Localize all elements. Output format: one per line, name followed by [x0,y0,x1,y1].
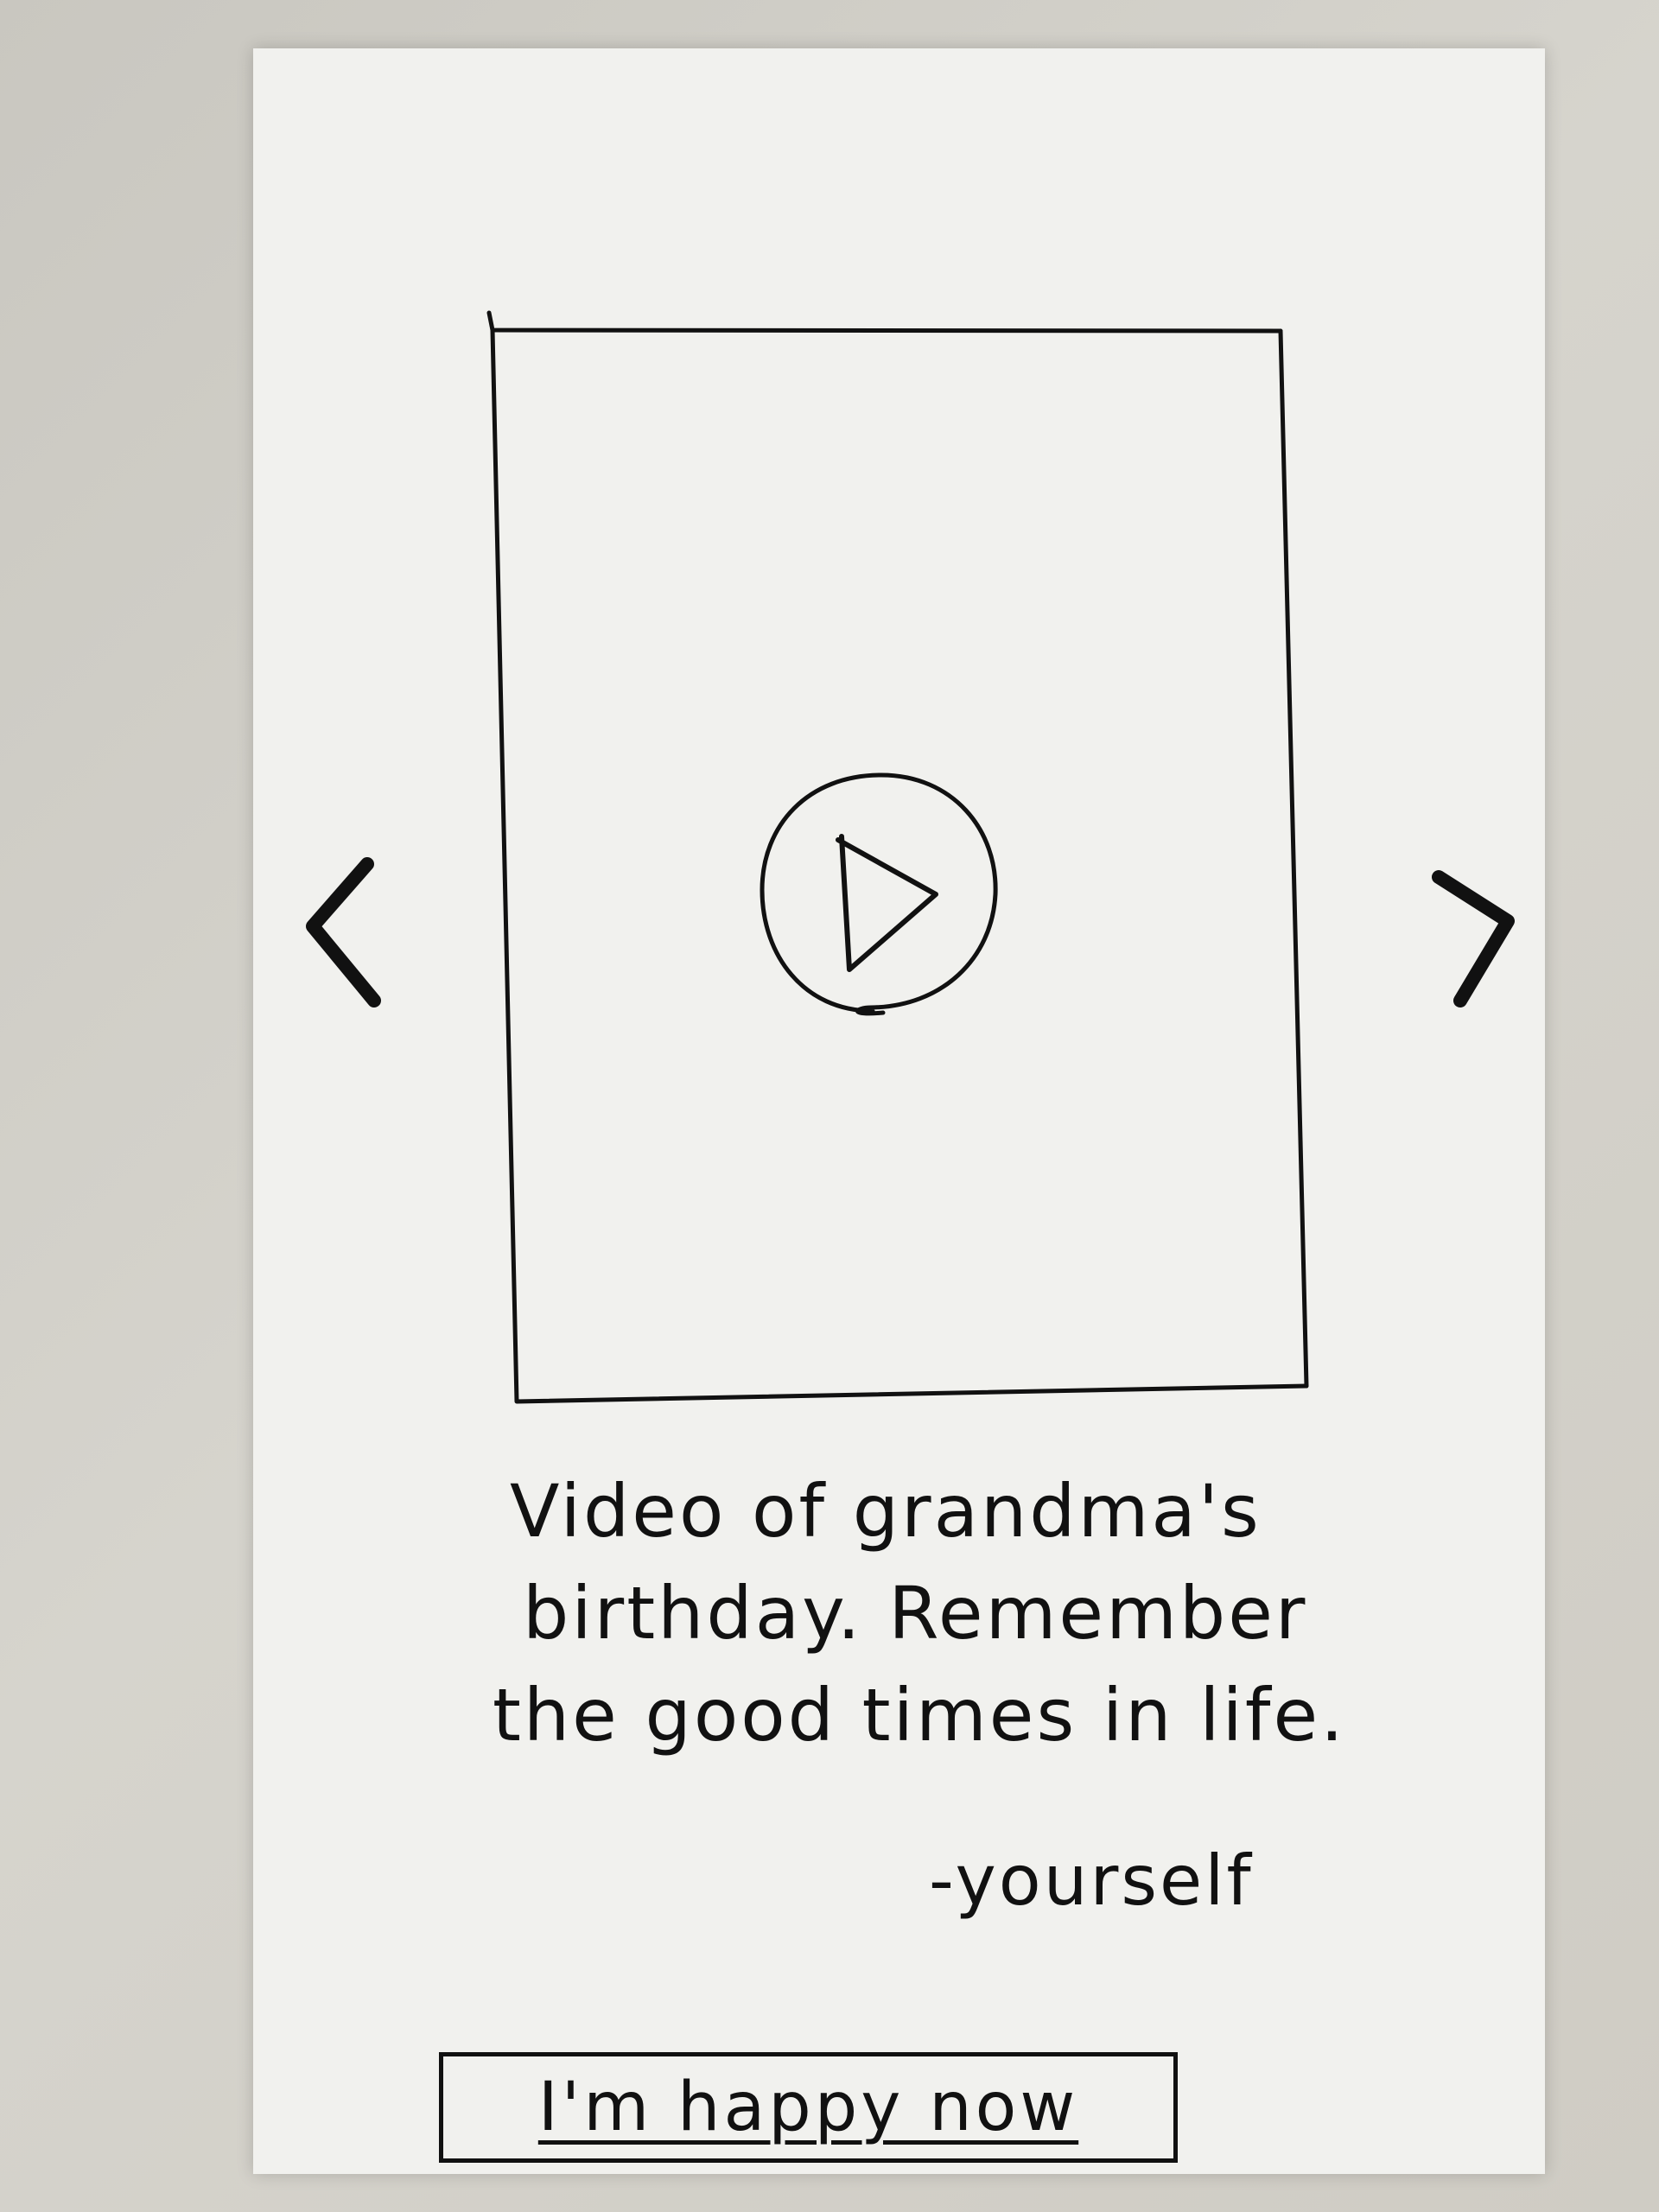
video-caption: Video of grandma's birthday. Remember th… [493,1460,1443,1766]
play-button[interactable] [759,769,1002,1020]
caption-line: the good times in life. [493,1673,1346,1758]
caption-line: birthday. Remember [523,1571,1308,1656]
caption-signature: -yourself [929,1840,1254,1921]
next-button[interactable] [1417,855,1521,1020]
previous-button[interactable] [298,838,402,1002]
im-happy-now-button[interactable]: I'm happy now [439,2052,1178,2163]
caption-line: Video of grandma's [510,1469,1262,1554]
